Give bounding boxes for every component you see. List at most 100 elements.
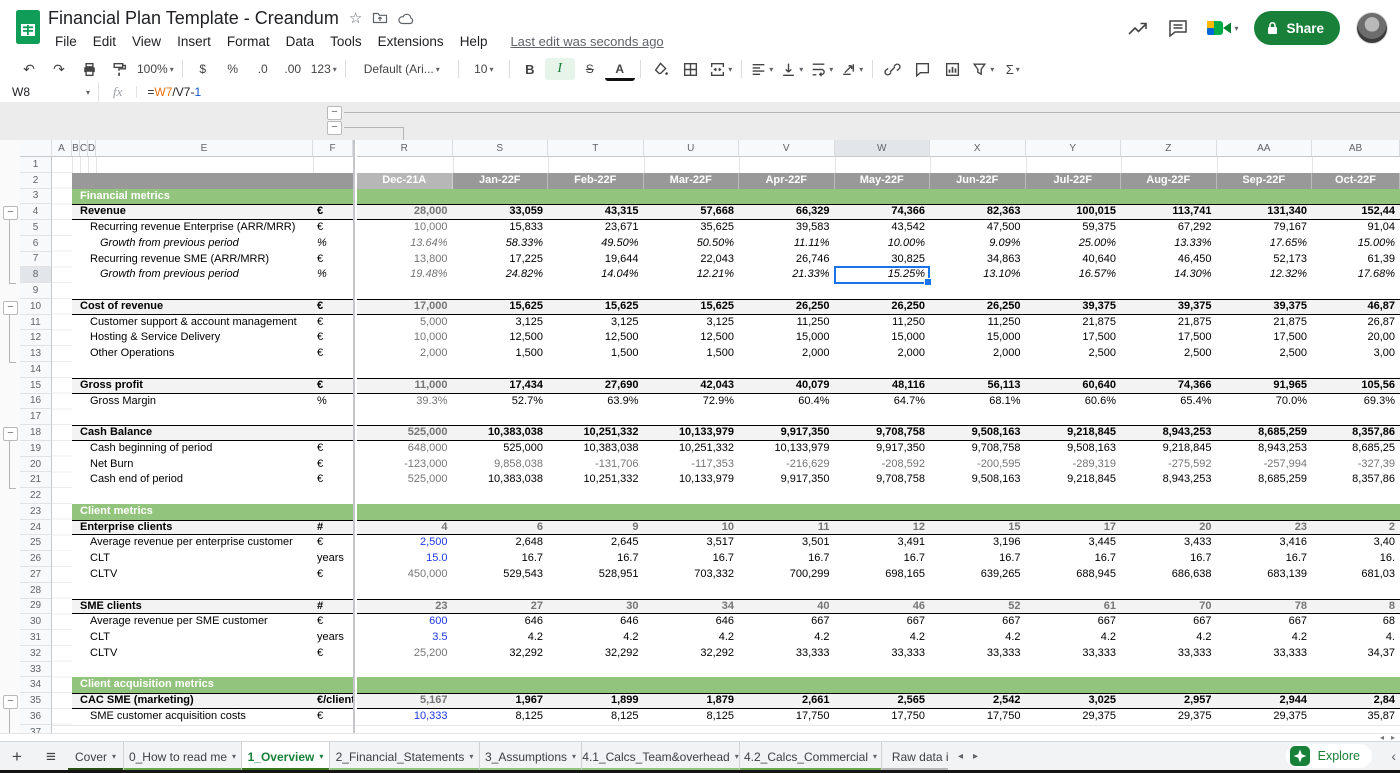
cell[interactable]: 82,363 (934, 204, 1021, 220)
cell[interactable]: 9,218,845 (1125, 441, 1212, 457)
cell[interactable]: 667 (934, 614, 1021, 630)
cell[interactable]: 91,965 (1221, 378, 1308, 394)
horizontal-align-icon[interactable]: ▾ (747, 58, 777, 80)
row-label[interactable]: CLT (90, 630, 110, 646)
cell[interactable]: 17,500 (1030, 330, 1117, 346)
cell[interactable]: 131,340 (1221, 204, 1308, 220)
cell[interactable]: 27 (457, 599, 544, 615)
cell[interactable]: 15,625 (457, 299, 544, 315)
cell[interactable]: 3,501 (743, 535, 830, 551)
cell[interactable]: 69.3% (1316, 394, 1395, 410)
cell[interactable]: 4.2 (648, 630, 735, 646)
cell[interactable]: 17,750 (934, 709, 1021, 725)
cell[interactable]: 667 (1125, 614, 1212, 630)
cell[interactable]: 23 (1221, 520, 1308, 536)
column-header-AB[interactable]: AB (1312, 140, 1400, 157)
cell[interactable]: 16.7 (743, 551, 830, 567)
cell[interactable]: 2,84 (1316, 693, 1395, 709)
unit-cell[interactable]: € (317, 646, 323, 662)
cell[interactable]: 21,875 (1125, 315, 1212, 331)
row-header-17[interactable]: 17 (20, 409, 52, 425)
cell[interactable]: 4.2 (1030, 630, 1117, 646)
insert-link-icon[interactable] (878, 58, 908, 80)
cell[interactable]: 33,059 (457, 204, 544, 220)
cell[interactable]: 14.30% (1125, 267, 1212, 283)
row-header-15[interactable]: 15 (20, 378, 52, 394)
cell[interactable]: 10,383,038 (457, 425, 544, 441)
unit-cell[interactable]: € (317, 472, 323, 488)
unit-cell[interactable]: € (317, 535, 323, 551)
cell[interactable]: 100,015 (1030, 204, 1117, 220)
print-icon[interactable] (74, 58, 104, 80)
cell[interactable]: -208,592 (839, 457, 926, 473)
month-header-cell[interactable]: Jan-22F (453, 173, 549, 189)
row-header-8[interactable]: 8 (20, 267, 52, 283)
unit-cell[interactable]: € (317, 441, 323, 457)
tab-cover[interactable]: Cover▾ (68, 742, 124, 771)
cell[interactable]: 10.00% (839, 236, 926, 252)
unit-cell[interactable]: € (317, 252, 323, 268)
undo-icon[interactable]: ↶ (14, 58, 44, 80)
cell[interactable]: 4. (1316, 630, 1395, 646)
cell[interactable]: 686,638 (1125, 567, 1212, 583)
row-label[interactable]: Hosting & Service Delivery (90, 330, 220, 346)
unit-cell[interactable]: € (317, 378, 323, 394)
cell[interactable]: 2,542 (934, 693, 1021, 709)
bold-button[interactable]: B (515, 58, 545, 80)
cell[interactable]: 66,329 (743, 204, 830, 220)
cell[interactable]: 9,858,038 (457, 457, 544, 473)
row-header-23[interactable]: 23 (20, 504, 52, 520)
collapse-row-group-button[interactable]: − (3, 206, 18, 220)
collapse-column-group-button[interactable]: − (327, 121, 342, 135)
cell[interactable]: 3,00 (1316, 346, 1395, 362)
cell[interactable]: 17,500 (1221, 330, 1308, 346)
row-header-24[interactable]: 24 (20, 520, 52, 536)
row-header-33[interactable]: 33 (20, 662, 52, 678)
cell[interactable]: 9,508,163 (934, 425, 1021, 441)
cell[interactable]: 57,668 (648, 204, 735, 220)
column-header-S[interactable]: S (453, 140, 549, 157)
unit-cell[interactable]: % (317, 267, 327, 283)
cell[interactable]: 698,165 (839, 567, 926, 583)
cell[interactable]: 4.2 (1125, 630, 1212, 646)
cell[interactable]: 23 (361, 599, 448, 615)
cell[interactable]: 3,125 (648, 315, 735, 331)
cell[interactable]: 15,000 (743, 330, 830, 346)
cell[interactable]: 59,375 (1030, 220, 1117, 236)
menu-insert[interactable]: Insert (170, 32, 218, 51)
cell[interactable]: 3,40 (1316, 535, 1395, 551)
cell[interactable]: 26,250 (743, 299, 830, 315)
cell[interactable]: 25.00% (1030, 236, 1117, 252)
cell[interactable]: 2,500 (1030, 346, 1117, 362)
row-label[interactable]: CLTV (90, 567, 117, 583)
cell[interactable]: 2 (1316, 520, 1395, 536)
cell[interactable]: 61,39 (1316, 252, 1395, 268)
cell[interactable]: 646 (457, 614, 544, 630)
font-select[interactable]: Default (Ari...▾ (351, 58, 453, 80)
row-label[interactable]: Gross Margin (90, 394, 156, 410)
cell[interactable]: 2,500 (1125, 346, 1212, 362)
unit-cell[interactable]: € (317, 709, 323, 725)
cell[interactable]: 8,125 (648, 709, 735, 725)
cell[interactable]: 56,113 (934, 378, 1021, 394)
text-color-button[interactable]: A (605, 61, 635, 81)
cell[interactable]: 26,746 (743, 252, 830, 268)
cell[interactable]: 12.32% (1221, 267, 1308, 283)
cell[interactable]: 15,000 (839, 330, 926, 346)
cell[interactable]: 152,44 (1316, 204, 1395, 220)
row-header-9[interactable]: 9 (20, 283, 52, 299)
menu-data[interactable]: Data (279, 32, 322, 51)
row-label[interactable]: Other Operations (90, 346, 174, 362)
menu-edit[interactable]: Edit (86, 32, 123, 51)
row-header-5[interactable]: 5 (20, 220, 52, 236)
row-header-34[interactable]: 34 (20, 677, 52, 693)
column-header-B[interactable]: B (72, 140, 80, 157)
cell[interactable]: 26,87 (1316, 315, 1395, 331)
cell[interactable]: 683,139 (1221, 567, 1308, 583)
cell[interactable]: 9,708,758 (839, 472, 926, 488)
month-header-cell[interactable]: Mar-22F (644, 173, 740, 189)
cell[interactable]: -257,994 (1221, 457, 1308, 473)
column-header-Y[interactable]: Y (1026, 140, 1122, 157)
cell[interactable]: 11,250 (934, 315, 1021, 331)
cell[interactable]: 35,87 (1316, 709, 1395, 725)
